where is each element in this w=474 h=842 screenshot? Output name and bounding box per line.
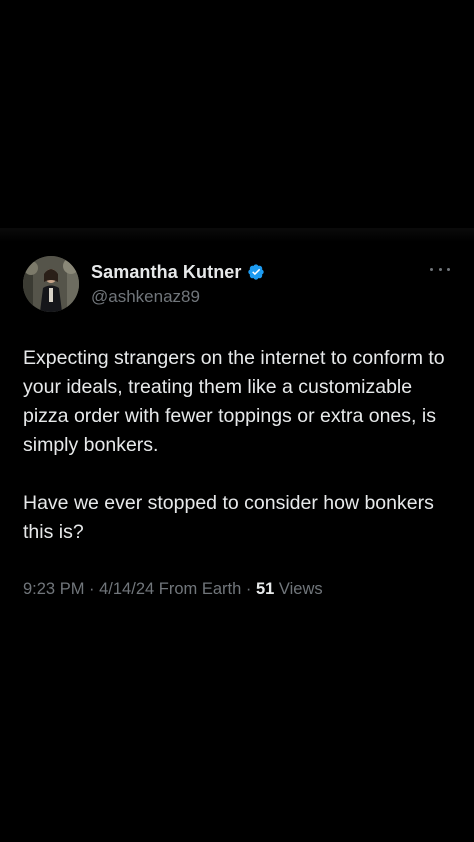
top-divider: [0, 228, 474, 242]
meta-separator: ·: [241, 580, 256, 598]
tweet-text: Expecting strangers on the internet to c…: [23, 344, 453, 547]
views-count[interactable]: 51: [256, 580, 274, 598]
tweet-meta: 9:23 PM · 4/14/24 From Earth · 51 Views: [23, 580, 323, 599]
more-dot: [438, 267, 442, 271]
tweet-time[interactable]: 9:23 PM: [23, 580, 84, 598]
avatar-image: [23, 256, 79, 312]
author-name-row[interactable]: Samantha Kutner: [91, 261, 265, 283]
avatar[interactable]: [23, 256, 79, 312]
meta-separator: ·: [84, 580, 100, 598]
more-dots-icon[interactable]: [430, 264, 450, 274]
tweet-paragraph: Have we ever stopped to consider how bon…: [23, 492, 434, 543]
views-label: Views: [274, 580, 323, 598]
tweet-source: From Earth: [154, 580, 242, 598]
more-dot: [430, 267, 433, 271]
tweet-paragraph: Expecting strangers on the internet to c…: [23, 347, 445, 456]
more-dot: [447, 267, 450, 271]
verified-badge-icon: [247, 263, 265, 281]
author-handle[interactable]: @ashkenaz89: [91, 287, 200, 307]
author-display-name[interactable]: Samantha Kutner: [91, 262, 242, 283]
tweet-date[interactable]: 4/14/24: [99, 580, 154, 598]
